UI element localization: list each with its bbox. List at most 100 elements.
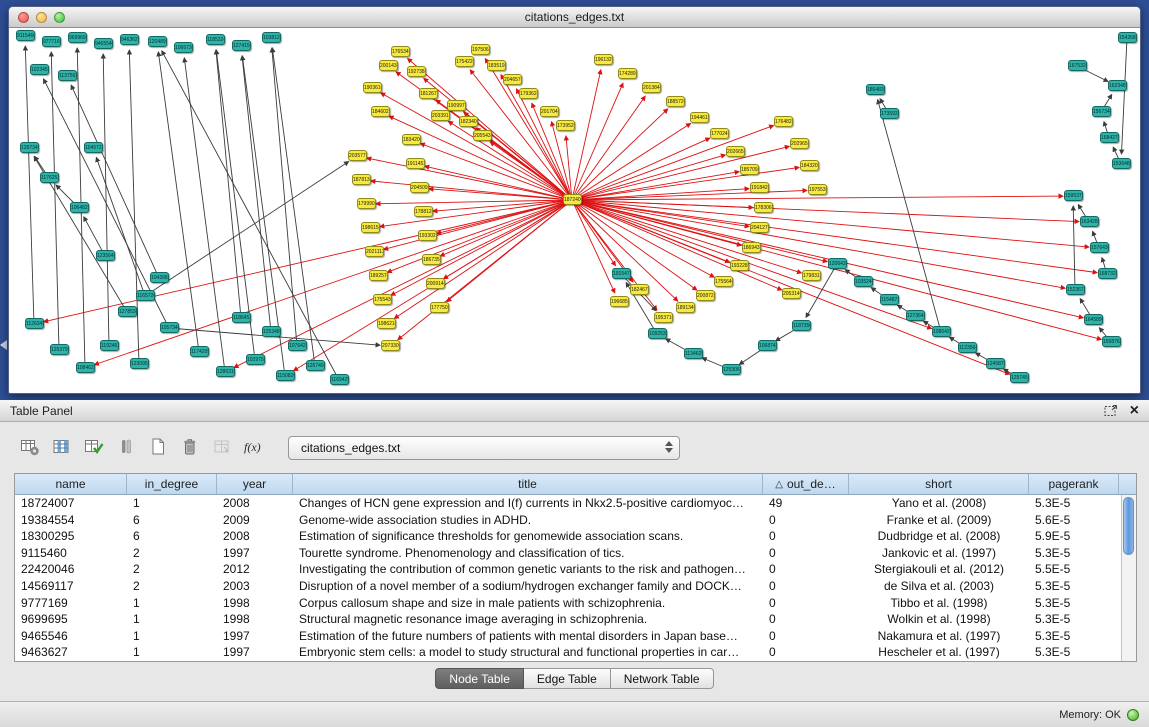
zoom-window-button[interactable] — [54, 12, 65, 23]
graph-node[interactable]: 10667345 — [174, 42, 193, 53]
graph-node[interactable]: 20554317 — [473, 130, 492, 141]
graph-node[interactable]: 10234517 — [30, 64, 49, 75]
graph-node[interactable]: 17556408 — [714, 276, 733, 287]
table-row[interactable]: 1938455462009Genome-wide association stu… — [15, 512, 1136, 529]
graph-node[interactable]: 16342857 — [1080, 216, 1099, 227]
graph-node[interactable]: 19154751 — [612, 268, 631, 279]
column-header-title[interactable]: title — [293, 474, 763, 494]
graph-node[interactable]: 17775024 — [430, 302, 449, 313]
graph-node[interactable]: 17936245 — [519, 88, 538, 99]
graph-node[interactable]: 12863105 — [216, 366, 235, 377]
column-header-name[interactable]: name — [15, 474, 127, 494]
graph-node[interactable]: 17702456 — [710, 128, 729, 139]
graph-node[interactable]: 12741503 — [232, 40, 251, 51]
edit-table-button[interactable] — [80, 435, 108, 461]
graph-node[interactable]: 10297534 — [246, 354, 265, 365]
graph-node[interactable]: 12356470 — [96, 250, 115, 261]
graph-node[interactable]: 18673552 — [422, 254, 441, 265]
graph-node[interactable]: 11508263 — [276, 370, 295, 381]
vertical-scrollbar[interactable] — [1121, 495, 1136, 661]
graph-node[interactable]: 15953724 — [1064, 190, 1083, 201]
table-row[interactable]: 946554611997Estimation of the future num… — [15, 628, 1136, 645]
scrollbar-thumb[interactable] — [1123, 497, 1134, 555]
tab-node-table[interactable]: Node Table — [435, 668, 524, 689]
graph-node[interactable]: 10846253 — [76, 362, 95, 373]
graph-node[interactable]: 20014387 — [379, 60, 398, 71]
table-row[interactable]: 1830029562008Estimation of significance … — [15, 528, 1136, 545]
graph-node[interactable]: 9465546 — [94, 38, 113, 49]
graph-node[interactable]: 18913467 — [676, 302, 695, 313]
graph-node[interactable]: 19322856 — [730, 260, 749, 271]
graph-node[interactable]: 16873254 — [1098, 268, 1117, 279]
table-row[interactable]: 969969511998Structural magnetic resonanc… — [15, 611, 1136, 628]
graph-node[interactable]: 18857201 — [666, 96, 685, 107]
graph-node[interactable]: 19862104 — [377, 318, 396, 329]
table-row[interactable]: 2242004622012Investigating the contribut… — [15, 561, 1136, 578]
graph-node[interactable]: 19036102 — [363, 82, 382, 93]
column-header-pagerank[interactable]: pagerank — [1029, 474, 1119, 494]
graph-node[interactable]: 18351972 — [487, 60, 506, 71]
graph-node[interactable]: 11694250 — [330, 374, 349, 385]
graph-node[interactable]: 12458730 — [986, 358, 1005, 369]
graph-node[interactable]: 20266514 — [726, 146, 745, 157]
delete-column-button[interactable] — [176, 435, 204, 461]
graph-node[interactable]: 20211137 — [365, 246, 384, 257]
graph-node[interactable]: 17983124 — [802, 270, 821, 281]
graph-node[interactable]: 20296513 — [790, 138, 809, 149]
graph-node[interactable]: 9115460 — [16, 30, 35, 41]
graph-node[interactable]: 11235647 — [958, 342, 977, 353]
graph-node[interactable]: 18724007 — [563, 194, 582, 205]
graph-node[interactable]: 10439825 — [150, 272, 169, 283]
graph-node[interactable]: 17830654 — [754, 202, 773, 213]
graph-node[interactable]: 16753209 — [1068, 60, 1087, 71]
graph-node[interactable]: 17428930 — [618, 68, 637, 79]
network-table-selector[interactable]: citations_edges.txt — [288, 436, 680, 460]
graph-node[interactable]: 18694310 — [742, 242, 761, 253]
column-header-out_de[interactable]: △out_de… — [763, 474, 849, 494]
graph-node[interactable]: 10687425 — [758, 340, 777, 351]
graph-node[interactable]: 12530648 — [722, 364, 741, 375]
network-window-titlebar[interactable]: citations_edges.txt — [9, 7, 1140, 28]
graph-node[interactable]: 12309541 — [130, 358, 149, 369]
graph-node[interactable]: 20450913 — [410, 182, 429, 193]
graph-node[interactable]: 17554301 — [373, 294, 392, 305]
graph-node[interactable]: 20170456 — [540, 106, 559, 117]
graph-node[interactable]: 15764302 — [1090, 242, 1109, 253]
graph-node[interactable]: 10573462 — [160, 322, 179, 333]
graph-node[interactable]: 20357715 — [348, 150, 367, 161]
graph-node[interactable]: 11263450 — [25, 318, 44, 329]
graph-node[interactable]: 12064357 — [828, 258, 847, 269]
function-builder-button[interactable]: f(x) — [240, 435, 268, 461]
graph-node[interactable]: 18570932 — [740, 164, 759, 175]
new-column-button[interactable] — [144, 435, 172, 461]
table-row[interactable]: 1456911722003Disruption of a novel membe… — [15, 578, 1136, 595]
close-window-button[interactable] — [18, 12, 29, 23]
graph-node[interactable]: 17359246 — [880, 108, 899, 119]
column-header-year[interactable]: year — [217, 474, 293, 494]
graph-node[interactable]: 19330214 — [418, 230, 437, 241]
table-row[interactable]: 946362711997Embryonic stem cells: a mode… — [15, 644, 1136, 661]
graph-node[interactable]: 15426837 — [1118, 32, 1137, 43]
graph-node[interactable]: 19273815 — [407, 66, 426, 77]
graph-node[interactable]: 12873456 — [20, 142, 39, 153]
graph-node[interactable]: 17542268 — [455, 56, 474, 67]
graph-node[interactable]: 17999013 — [357, 198, 376, 209]
graph-node[interactable]: 15364820 — [1112, 158, 1131, 169]
graph-node[interactable]: 11375620 — [58, 70, 77, 81]
graph-node[interactable]: 18781341 — [352, 174, 371, 185]
graph-node[interactable]: 19114521 — [406, 158, 425, 169]
graph-node[interactable]: 17395284 — [556, 120, 575, 131]
table-settings-button[interactable] — [16, 435, 44, 461]
graph-node[interactable]: 11864520 — [232, 312, 251, 323]
graph-node[interactable]: 16458903 — [1084, 314, 1103, 325]
graph-node[interactable]: 12974510 — [1010, 372, 1029, 383]
graph-node[interactable]: 12048936 — [148, 36, 167, 47]
graph-node[interactable]: 10381246 — [262, 32, 281, 43]
graph-node[interactable]: 18925742 — [369, 270, 388, 281]
graph-node[interactable]: 19099713 — [447, 100, 466, 111]
graph-node[interactable]: 12674910 — [306, 360, 325, 371]
graph-node[interactable]: 20087253 — [696, 290, 715, 301]
column-header-in_degree[interactable]: in_degree — [127, 474, 217, 494]
graph-node[interactable]: 20138465 — [642, 82, 661, 93]
graph-node[interactable]: 10864253 — [932, 326, 951, 337]
